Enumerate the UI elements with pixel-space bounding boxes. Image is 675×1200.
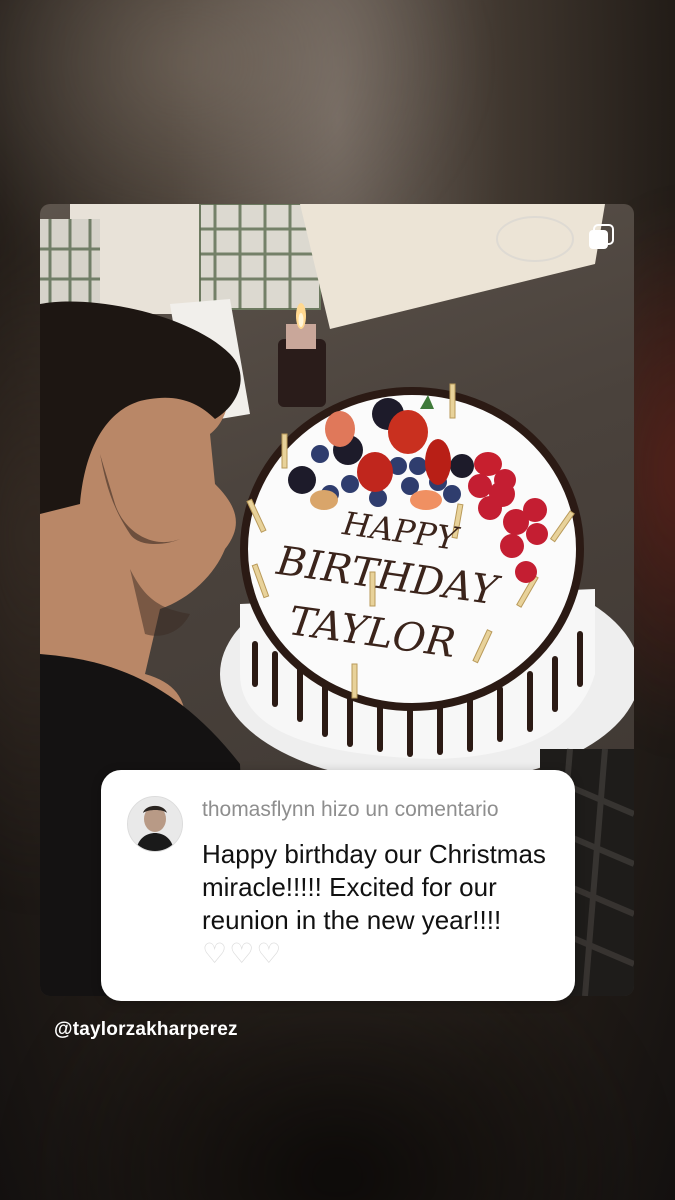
story-screen: HAPPY BIRTHDAY TAYLOR thomasflynn hizo u… xyxy=(0,0,675,1200)
comment-header: thomasflynn hizo un comentario xyxy=(202,798,499,821)
carousel-icon xyxy=(588,224,614,250)
comment-card[interactable]: thomasflynn hizo un comentario Happy bir… xyxy=(101,770,575,1001)
avatar[interactable] xyxy=(127,796,183,852)
comment-text: Happy birthday our Christmas miracle!!!!… xyxy=(202,838,562,971)
white-heart-icons: ♡♡♡ xyxy=(202,937,284,970)
mention-sticker[interactable]: @taylorzakharperez xyxy=(54,1019,238,1041)
comment-body-text: Happy birthday our Christmas miracle!!!!… xyxy=(202,839,546,935)
